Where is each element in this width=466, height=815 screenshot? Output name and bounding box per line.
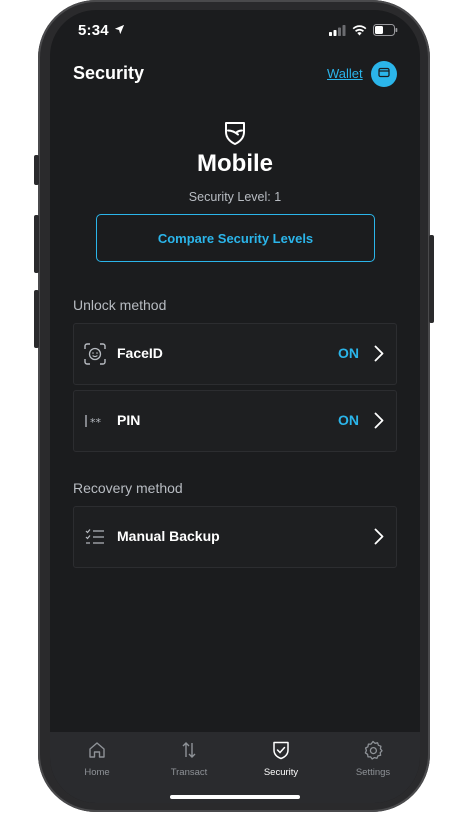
tab-bar: Home Transact Security Settings	[50, 732, 420, 803]
tab-settings[interactable]: Settings	[338, 740, 408, 778]
faceid-row[interactable]: FaceID ON	[73, 323, 397, 385]
status-icons	[329, 23, 398, 41]
app-screen: 5:34 Security Wallet Mobile Security Lev…	[50, 10, 420, 803]
home-indicator	[170, 795, 300, 799]
checklist-icon	[84, 526, 106, 553]
tab-transact[interactable]: Transact	[154, 740, 224, 778]
power-button	[429, 235, 434, 323]
tab-home[interactable]: Home	[62, 740, 132, 778]
tab-settings-label: Settings	[355, 767, 391, 778]
tab-transact-label: Transact	[170, 767, 208, 778]
volume-down-button	[34, 290, 39, 348]
volume-up-button	[34, 215, 39, 273]
faceid-icon	[84, 343, 106, 370]
tab-security-label: Security	[263, 767, 299, 778]
shield-check-icon	[271, 741, 291, 764]
security-level-text: Security Level: 1	[188, 190, 282, 204]
unlock-method-label: Unlock method	[73, 297, 167, 313]
pin-row[interactable]: ** PIN ON	[73, 390, 397, 452]
transfer-arrows-icon	[179, 742, 199, 764]
cellular-signal-icon	[329, 23, 346, 41]
shield-icon	[223, 120, 247, 151]
wallet-button[interactable]	[371, 61, 397, 87]
location-arrow-icon	[114, 22, 125, 40]
manual-backup-row[interactable]: Manual Backup	[73, 506, 397, 568]
device-name: Mobile	[197, 150, 273, 177]
tab-home-label: Home	[84, 767, 110, 778]
chevron-right-icon	[374, 412, 384, 434]
faceid-status: ON	[338, 345, 359, 361]
recovery-method-label: Recovery method	[73, 480, 183, 496]
status-time: 5:34	[78, 22, 109, 39]
mute-switch	[34, 155, 39, 185]
svg-text:**: **	[90, 416, 102, 429]
pin-label: PIN	[117, 412, 141, 428]
chevron-right-icon	[374, 528, 384, 550]
compare-security-levels-button[interactable]: Compare Security Levels	[96, 214, 375, 262]
chevron-right-icon	[374, 345, 384, 367]
tab-security[interactable]: Security	[246, 740, 316, 778]
gear-icon	[363, 740, 383, 764]
battery-icon	[373, 23, 398, 41]
manual-backup-label: Manual Backup	[117, 528, 220, 544]
status-bar: 5:34	[50, 10, 420, 54]
pin-icon: **	[84, 410, 108, 437]
wallet-link[interactable]: Wallet	[327, 66, 363, 81]
wifi-icon	[352, 23, 367, 41]
wallet-icon	[378, 65, 390, 83]
faceid-label: FaceID	[117, 345, 163, 361]
home-icon	[87, 742, 107, 764]
page-title: Security	[73, 63, 145, 83]
pin-status: ON	[338, 412, 359, 428]
